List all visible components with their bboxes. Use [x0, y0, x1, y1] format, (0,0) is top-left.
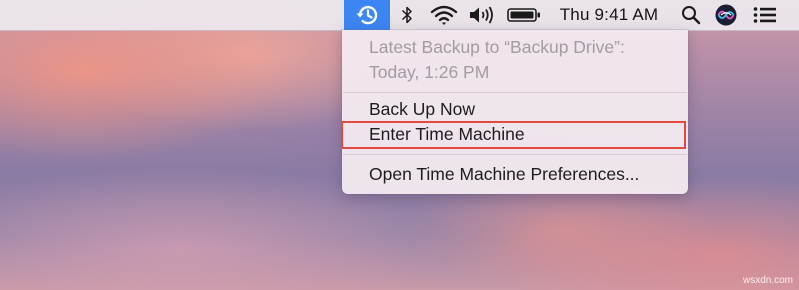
volume-icon [470, 6, 493, 24]
siri-icon [715, 4, 737, 26]
siri-button[interactable] [712, 0, 740, 30]
menu-item-open-preferences[interactable]: Open Time Machine Preferences... [342, 162, 688, 188]
battery-menu-extra[interactable] [504, 0, 544, 30]
spotlight-button[interactable] [678, 0, 704, 30]
bluetooth-menu-extra[interactable] [396, 0, 418, 30]
menu-item-back-up-now[interactable]: Back Up Now [342, 97, 688, 123]
watermark: wsxdn.com [742, 275, 793, 286]
volume-menu-extra[interactable] [466, 0, 498, 30]
latest-backup-label: Latest Backup to “Backup Drive”: [369, 37, 625, 57]
wifi-menu-extra[interactable] [428, 0, 460, 30]
menu-bar: Thu 9:41 AM [0, 0, 799, 31]
notification-center-icon [753, 7, 776, 23]
spotlight-search-icon [682, 6, 701, 25]
time-machine-icon [356, 5, 378, 25]
annotation-highlight-box [341, 121, 686, 149]
wifi-icon [430, 5, 458, 25]
menu-separator [343, 154, 687, 155]
battery-icon [507, 8, 540, 22]
menu-separator [343, 92, 687, 93]
bluetooth-icon [401, 6, 412, 24]
menubar-clock[interactable]: Thu 9:41 AM [553, 0, 665, 30]
time-machine-menu: Latest Backup to “Backup Drive”: Today, … [342, 30, 688, 194]
menu-item-label: Open Time Machine Preferences... [369, 164, 640, 184]
notification-center-button[interactable] [748, 0, 782, 30]
time-machine-menu-extra[interactable] [344, 0, 390, 30]
menu-item-label: Back Up Now [369, 99, 476, 119]
latest-backup-time: Today, 1:26 PM [369, 62, 490, 82]
